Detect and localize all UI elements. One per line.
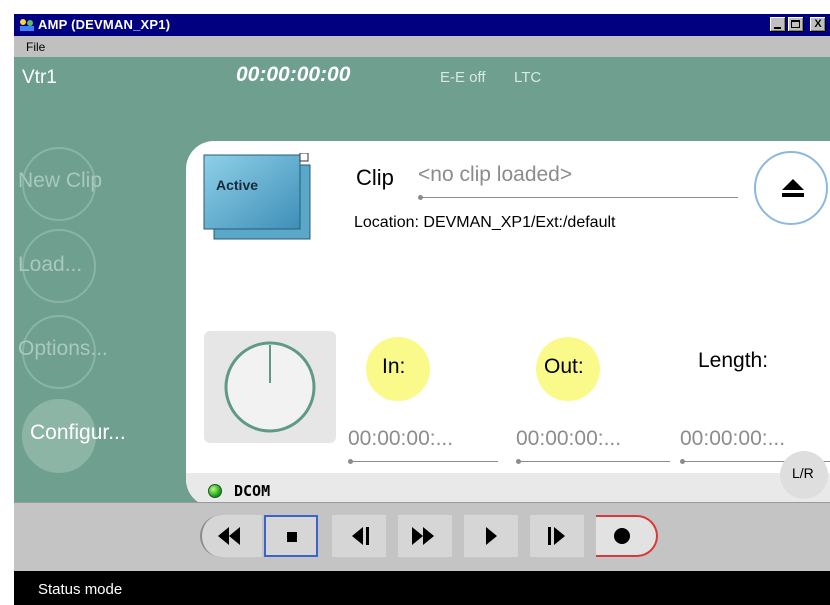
length-timecode-field[interactable]: 00:00:00:... xyxy=(680,427,785,451)
app-icon xyxy=(20,19,34,31)
clip-name-field[interactable]: <no clip loaded> xyxy=(418,163,572,187)
in-timecode-field[interactable]: 00:00:00:... xyxy=(348,427,453,451)
menu-bar: File xyxy=(14,36,830,57)
lr-button[interactable]: L/R xyxy=(780,451,828,499)
device-name: Vtr1 xyxy=(22,67,57,88)
ee-status: E-E off xyxy=(440,69,486,86)
out-field-dot xyxy=(516,459,521,464)
jog-dial-icon[interactable] xyxy=(204,331,336,443)
minimize-button[interactable] xyxy=(770,17,786,32)
in-field-dot xyxy=(348,459,353,464)
fast-forward-button[interactable] xyxy=(398,515,452,557)
close-icon: X xyxy=(814,18,822,30)
play-button[interactable] xyxy=(464,515,518,557)
clip-field-dot xyxy=(418,195,423,200)
step-forward-icon xyxy=(548,527,565,545)
clip-location: Location: DEVMAN_XP1/Ext:/default xyxy=(354,214,616,231)
jog-dial-box xyxy=(204,331,336,443)
timecode-display: 00:00:00:00 xyxy=(236,63,351,86)
record-icon xyxy=(614,528,630,544)
active-clip-thumbnail[interactable] xyxy=(202,153,312,241)
step-forward-button[interactable] xyxy=(530,515,584,557)
maximize-button[interactable] xyxy=(788,17,804,32)
in-underline xyxy=(352,461,498,462)
fast-forward-icon xyxy=(412,527,434,545)
clip-underline xyxy=(422,197,738,198)
out-timecode-field[interactable]: 00:00:00:... xyxy=(516,427,621,451)
app-window: AMP (DEVMAN_XP1) X File Vtr1 00:00:00:00… xyxy=(14,14,830,605)
clip-card: Active Clip <no clip loaded> Location: D… xyxy=(186,141,830,507)
step-back-icon xyxy=(352,527,369,545)
eject-button[interactable] xyxy=(754,151,828,225)
length-label: Length: xyxy=(698,349,769,372)
new-clip-label: New Clip xyxy=(18,169,103,192)
step-back-button[interactable] xyxy=(332,515,386,557)
menu-file[interactable]: File xyxy=(26,40,45,54)
stop-icon xyxy=(287,532,297,542)
rewind-button[interactable] xyxy=(200,515,262,557)
status-text: Status mode xyxy=(38,581,123,598)
close-button[interactable]: X xyxy=(810,17,826,32)
minimize-icon xyxy=(774,27,781,29)
window-title: AMP (DEVMAN_XP1) xyxy=(38,17,171,32)
vtr-panel: Vtr1 00:00:00:00 E-E off LTC New Clip Lo… xyxy=(14,57,830,507)
connection-status-led xyxy=(208,484,222,498)
configure-label: Configur... xyxy=(30,421,126,444)
play-icon xyxy=(486,527,497,545)
out-label: Out: xyxy=(544,355,584,378)
maximize-icon xyxy=(791,20,800,28)
in-label: In: xyxy=(382,355,406,378)
transport-controls xyxy=(200,515,670,557)
title-bar[interactable]: AMP (DEVMAN_XP1) X xyxy=(14,14,830,36)
clip-label: Clip xyxy=(356,165,394,190)
rewind-icon xyxy=(218,527,240,545)
connection-label: DCOM xyxy=(234,482,271,500)
lr-label: L/R xyxy=(792,465,814,481)
options-label: Options... xyxy=(18,337,108,360)
length-field-dot xyxy=(680,459,685,464)
status-bar: Status mode xyxy=(14,571,830,605)
active-label: Active xyxy=(216,177,259,193)
timecode-source: LTC xyxy=(514,69,542,86)
stop-button[interactable] xyxy=(264,515,318,557)
transport-bar xyxy=(14,502,830,571)
out-underline xyxy=(520,461,670,462)
record-button[interactable] xyxy=(596,515,658,557)
eject-icon xyxy=(782,179,804,197)
load-label: Load... xyxy=(18,253,83,276)
